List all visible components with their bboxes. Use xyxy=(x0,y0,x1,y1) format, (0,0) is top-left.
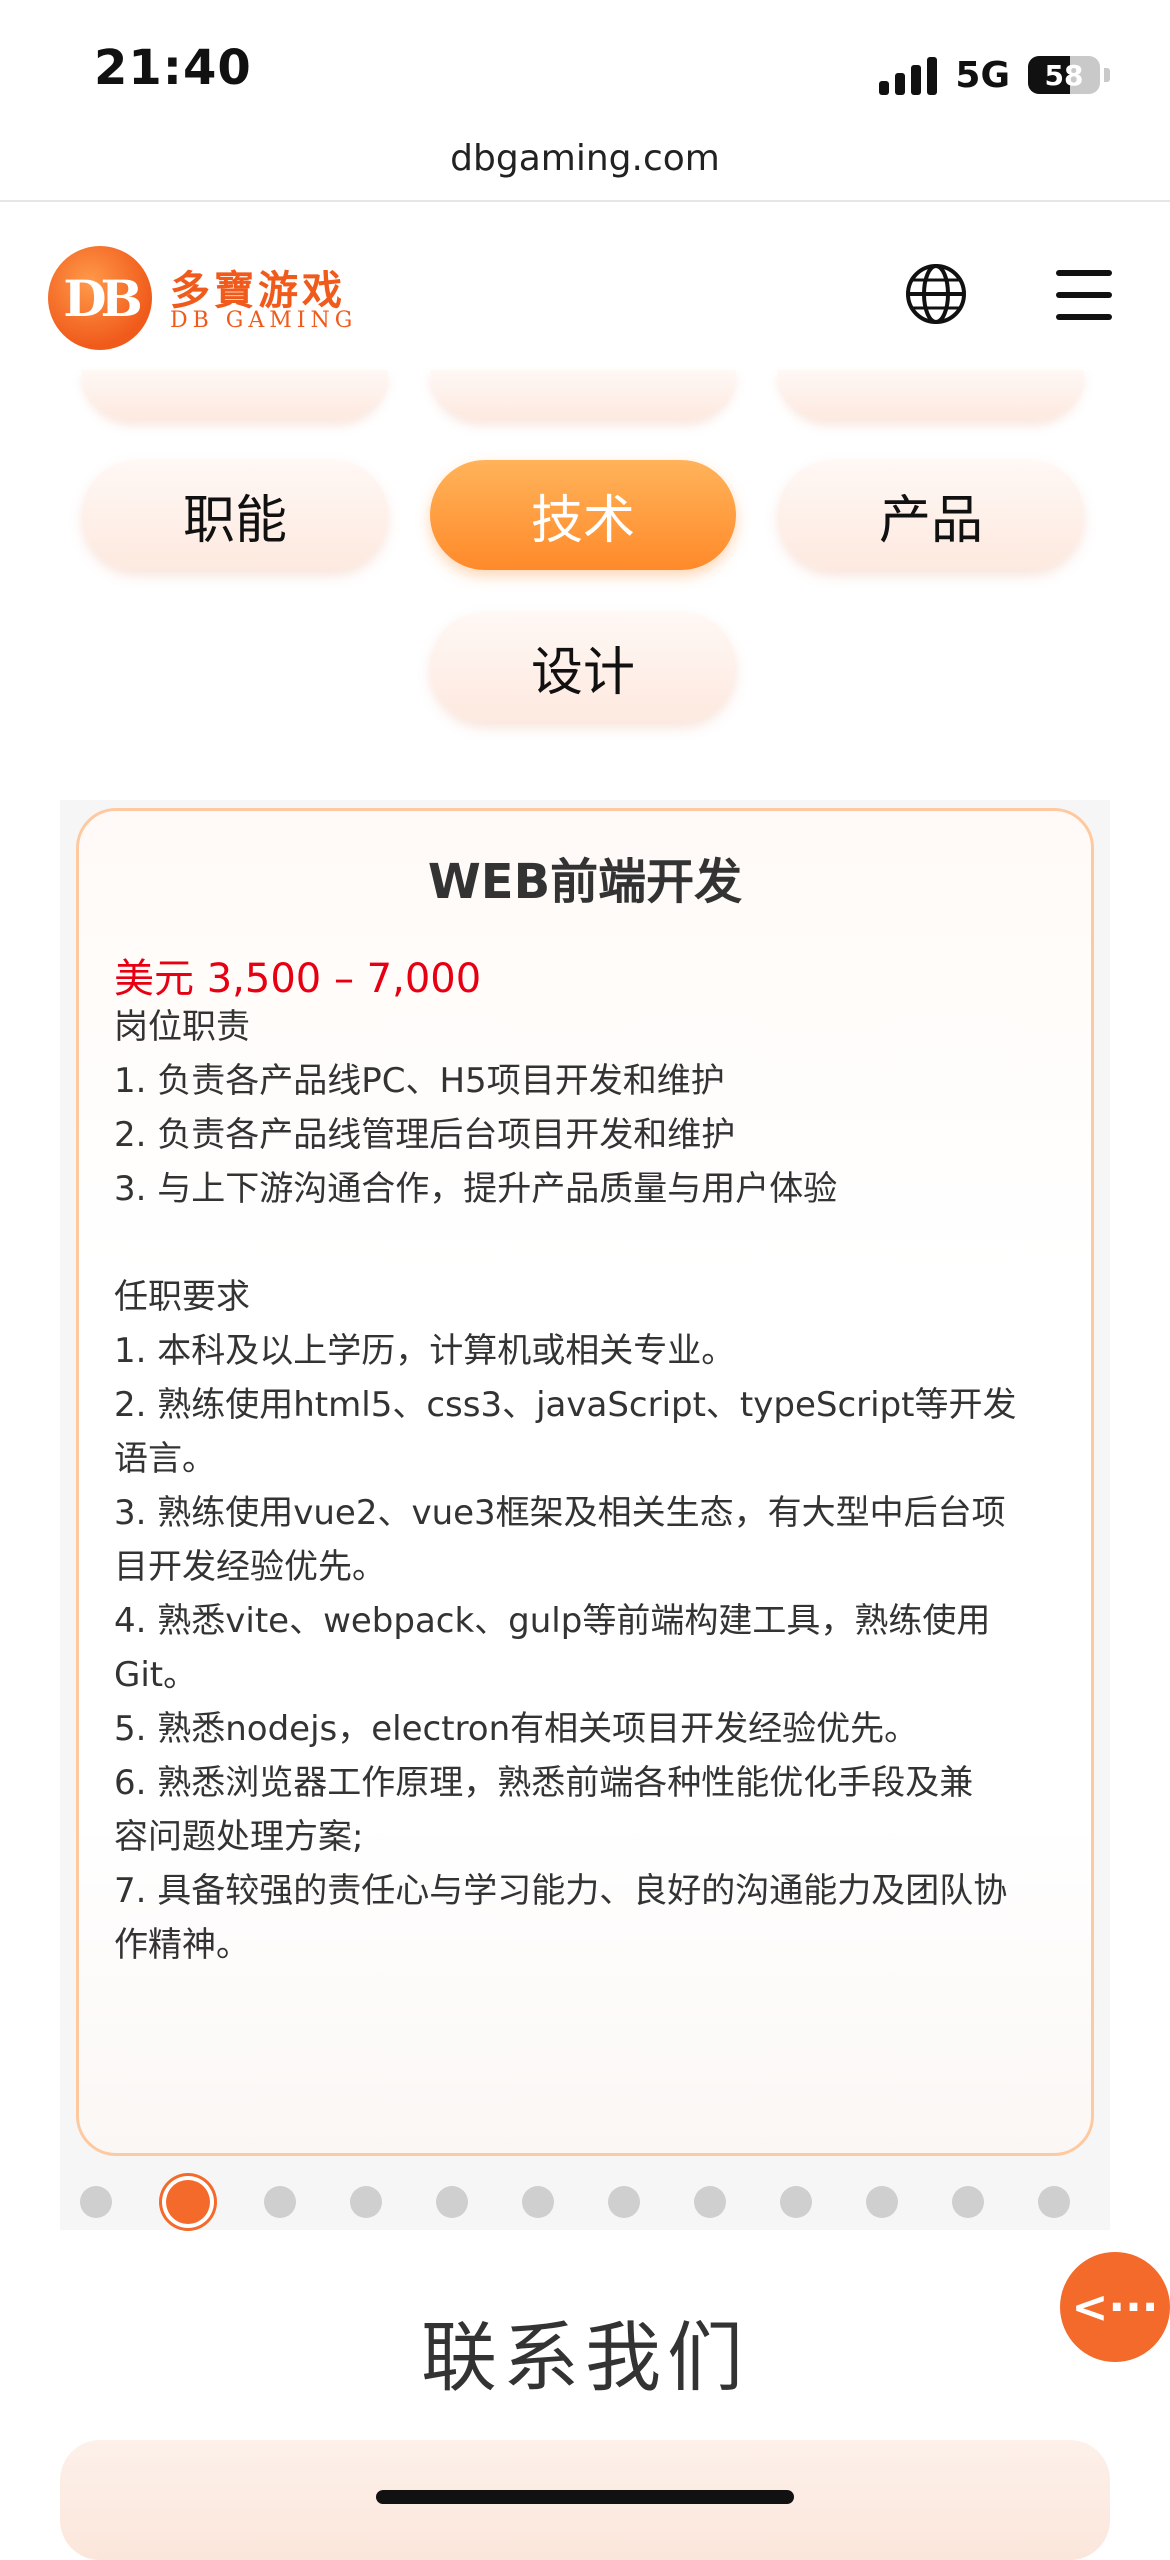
description-line: 1. 负责各产品线PC、H5项目开发和维护 xyxy=(114,1061,725,1101)
description-line: 2. 熟练使用html5、css3、javaScript、typeScript等… xyxy=(114,1385,1017,1425)
category-pill-hidden[interactable] xyxy=(430,370,736,420)
globe-icon[interactable] xyxy=(904,262,968,326)
pagination-dot[interactable] xyxy=(80,2186,112,2218)
category-pill-tech[interactable]: 技术 xyxy=(430,460,736,570)
category-pill-hidden[interactable] xyxy=(82,370,388,420)
pagination-dot[interactable] xyxy=(866,2186,898,2218)
description-line: 语言。 xyxy=(114,1439,216,1479)
pagination-dot[interactable] xyxy=(780,2186,812,2218)
signal-icon xyxy=(879,55,938,95)
status-indicators: 5G 58 xyxy=(879,50,1110,100)
carousel-pagination xyxy=(80,2180,1170,2224)
job-salary: 美元 3,500 – 7,000 xyxy=(114,956,482,1002)
divider xyxy=(0,200,1170,202)
description-line xyxy=(114,1216,1064,1270)
category-pill-product[interactable]: 产品 xyxy=(778,460,1084,570)
job-description: 岗位职责 1. 负责各产品线PC、H5项目开发和维护 2. 负责各产品线管理后台项目… xyxy=(114,1000,1064,1972)
description-line: 目开发经验优先。 xyxy=(114,1547,386,1587)
description-line: 3. 熟练使用vue2、vue3框架及相关生态，有大型中后台项 xyxy=(114,1493,1006,1533)
battery-tip xyxy=(1104,68,1110,82)
description-line: 岗位职责 xyxy=(114,1007,250,1047)
description-line: 5. 熟悉nodejs，electron有相关项目开发经验优先。 xyxy=(114,1709,919,1749)
pagination-dot[interactable] xyxy=(264,2186,296,2218)
hamburger-menu-icon[interactable] xyxy=(1056,270,1112,320)
category-pill-design[interactable]: 设计 xyxy=(430,612,736,722)
status-time: 21:40 xyxy=(94,40,252,96)
battery-icon: 58 xyxy=(1028,56,1100,94)
description-line: 7. 具备较强的责任心与学习能力、良好的沟通能力及团队协 xyxy=(114,1871,1008,1911)
category-pill-hidden[interactable] xyxy=(778,370,1084,420)
logo-mark[interactable]: DB xyxy=(48,246,152,350)
pagination-dot[interactable] xyxy=(350,2186,382,2218)
pagination-dot[interactable] xyxy=(166,2180,210,2224)
description-line: 6. 熟悉浏览器工作原理，熟悉前端各种性能优化手段及兼 xyxy=(114,1763,974,1803)
pagination-dot[interactable] xyxy=(436,2186,468,2218)
contact-title: 联系我们 xyxy=(421,2313,749,2402)
description-line: 4. 熟悉vite、webpack、gulp等前端构建工具，熟练使用 xyxy=(114,1601,991,1641)
logo-text-en: DB GAMING xyxy=(170,308,358,333)
battery-level: 58 xyxy=(1044,58,1084,92)
pagination-dot[interactable] xyxy=(952,2186,984,2218)
description-line: 3. 与上下游沟通合作，提升产品质量与用户体验 xyxy=(114,1169,838,1209)
pagination-dot[interactable] xyxy=(694,2186,726,2218)
url-bar[interactable]: dbgaming.com xyxy=(0,138,1170,179)
description-line: 容问题处理方案; xyxy=(114,1817,364,1857)
description-line: Git。 xyxy=(114,1655,198,1695)
pagination-dot[interactable] xyxy=(608,2186,640,2218)
home-indicator[interactable] xyxy=(376,2490,794,2504)
category-pill-functional[interactable]: 职能 xyxy=(82,460,388,570)
pagination-dot[interactable] xyxy=(522,2186,554,2218)
job-title: WEB前端开发 xyxy=(427,854,743,910)
description-line: 作精神。 xyxy=(114,1925,250,1965)
description-line: 1. 本科及以上学历，计算机或相关专业。 xyxy=(114,1331,736,1371)
pagination-dot[interactable] xyxy=(1038,2186,1070,2218)
description-line: 2. 负责各产品线管理后台项目开发和维护 xyxy=(114,1115,736,1155)
network-label: 5G xyxy=(955,54,1010,96)
description-line: 任职要求 xyxy=(114,1277,250,1317)
